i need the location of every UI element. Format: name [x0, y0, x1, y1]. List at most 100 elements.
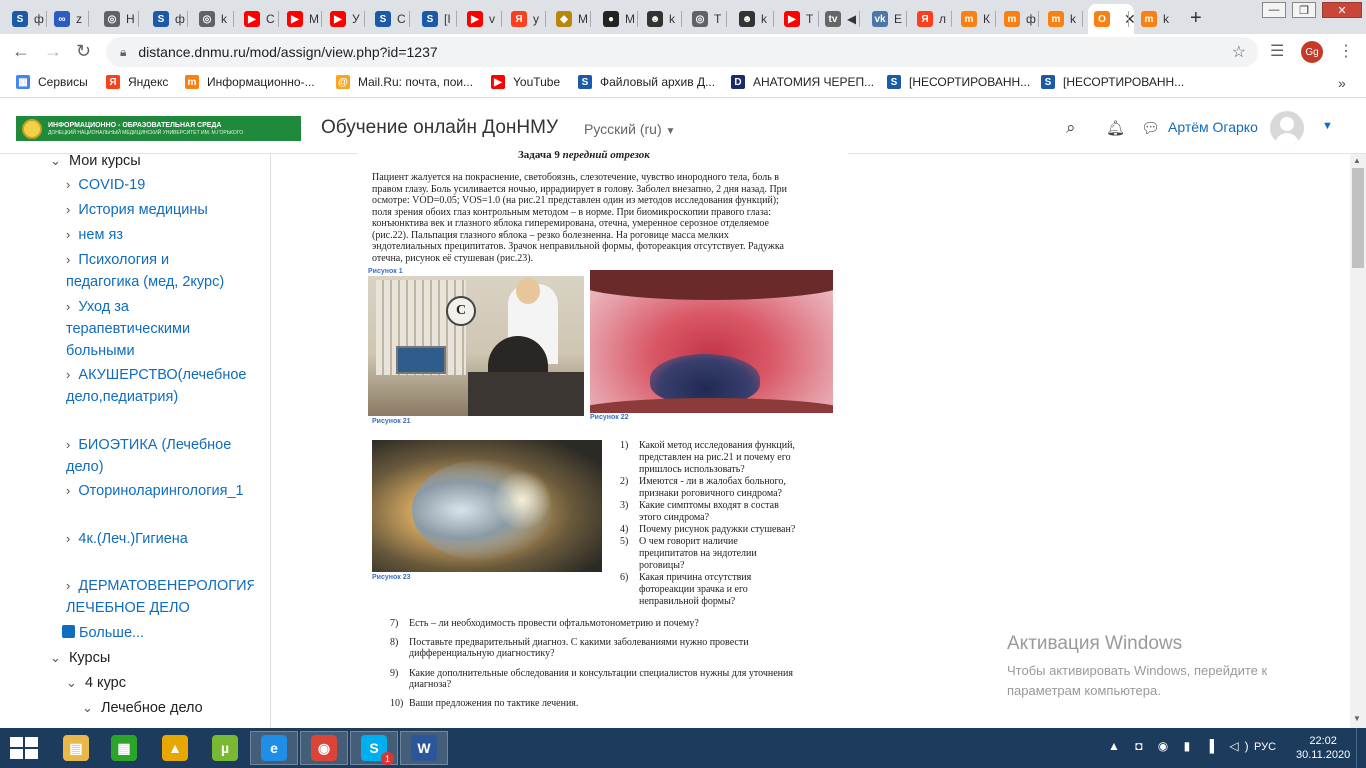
browser-tab[interactable]: ◎ Т [686, 4, 726, 34]
browser-tab[interactable]: mk [1135, 4, 1175, 34]
faculty-node[interactable]: ⌄ Лечебное дело [82, 697, 203, 719]
system-tray-icons[interactable]: ▲ ◘ ◉ ▮ ▐ ◁) [1108, 739, 1255, 753]
bookmark-item[interactable]: S [НЕСОРТИРОВАНН... [1041, 75, 1184, 89]
browser-tab[interactable]: Ял [911, 4, 951, 34]
more-courses-link[interactable]: Больше... [62, 622, 144, 644]
skype-badge: 1 [381, 752, 394, 765]
browser-tab[interactable]: ▶ С [238, 4, 278, 34]
browser-tab[interactable]: ● М [597, 4, 637, 34]
browser-tab[interactable]: S [І [416, 4, 456, 34]
browser-tab[interactable]: ☻ k [733, 4, 773, 34]
sidebar-course-link[interactable]: › Психология и педагогика (мед, 2курс) [66, 249, 238, 293]
browser-tab[interactable]: ▶ Т [778, 4, 818, 34]
taskbar-app-internet-explorer[interactable]: e [250, 731, 298, 765]
taskbar-app-file-explorer[interactable]: ▤ [52, 731, 100, 765]
sidebar-course-link[interactable]: › Оториноларингология_1 [66, 480, 246, 502]
sidebar-course-link[interactable]: › ДЕРМАТОВЕНЕРОЛОГИЯ ЛЕЧЕБНОЕ ДЕЛО [66, 575, 254, 619]
browser-tab[interactable]: ◎ k [193, 4, 233, 34]
bookmark-item[interactable]: S Файловый архив Д... [578, 75, 715, 89]
reload-icon[interactable]: ↻ [76, 41, 91, 62]
window-minimize-button[interactable]: — [1262, 2, 1286, 18]
bookmark-star-icon[interactable]: ☆ [1232, 42, 1246, 62]
bookmarks-overflow-icon[interactable]: » [1338, 75, 1346, 91]
courses-node[interactable]: ⌄ Курсы [50, 647, 110, 669]
window-close-button[interactable]: ✕ [1322, 2, 1362, 18]
language-selector[interactable]: Русский (ru) ▼ [584, 121, 675, 137]
bookmark-item[interactable]: S [НЕСОРТИРОВАНН... [887, 75, 1030, 89]
keyboard-language[interactable]: РУС [1254, 741, 1276, 753]
browser-tab[interactable]: vk Е [866, 4, 906, 34]
tab-favicon-icon: S [422, 11, 438, 27]
bookmark-item[interactable]: ▦ Сервисы [16, 75, 88, 89]
sidebar-course-link[interactable]: › История медицины [66, 199, 246, 221]
browser-tab[interactable]: ∞ z [48, 4, 88, 34]
page-scrollbar[interactable]: ▲ ▼ [1350, 154, 1366, 728]
messages-icon[interactable]: 💬︎ [1141, 119, 1160, 137]
tab-close-icon[interactable]: ✕ [1124, 11, 1134, 28]
browser-tab[interactable]: ▶ v [461, 4, 501, 34]
search-icon[interactable]: ⌕ [1066, 118, 1076, 138]
sidebar-course-link[interactable]: › 4к.(Леч.)Гигиена [66, 528, 246, 550]
year-node[interactable]: ⌄ 4 курс [66, 672, 126, 694]
window-restore-button[interactable]: ❐ [1292, 2, 1316, 18]
notifications-bell-icon[interactable]: 🔔︎ [1106, 119, 1125, 137]
browser-tab[interactable]: SС [369, 4, 409, 34]
browser-tab[interactable]: ◆ М [550, 4, 590, 34]
bookmark-label: [НЕСОРТИРОВАНН... [909, 75, 1031, 89]
profile-avatar[interactable]: Gg [1301, 41, 1323, 63]
scroll-up-arrow-icon[interactable]: ▲ [1353, 156, 1361, 165]
tab-title: У [352, 12, 360, 26]
bookmark-item[interactable]: Я Яндекс [106, 75, 168, 89]
sidebar-course-link[interactable]: › нем яз [66, 224, 246, 246]
question-number: 4) [620, 524, 629, 535]
my-courses-node[interactable]: ⌄ Мои курсы [50, 154, 141, 172]
sidebar-course-link[interactable]: › Уход за терапевтическими больными [66, 296, 238, 362]
site-logo[interactable]: ИНФОРМАЦИОННО - ОБРАЗОВАТЕЛЬНАЯ СРЕДА ДО… [16, 116, 301, 141]
sidebar-course-link[interactable]: › БИОЭТИКА (Лечебное дело) [66, 434, 246, 478]
bookmark-item[interactable]: D АНАТОМИЯ ЧЕРЕП... [731, 75, 874, 89]
taskbar-app-utorrent[interactable]: µ [201, 731, 249, 765]
browser-tab[interactable]: mК [955, 4, 995, 34]
sidebar-course-link[interactable]: › АКУШЕРСТВО(лечебное дело,педиатрия) [66, 364, 246, 408]
forward-arrow-icon[interactable]: → [44, 41, 62, 62]
browser-tab[interactable]: Sф [6, 4, 46, 34]
bookmark-item[interactable]: ▶ YouTube [491, 75, 560, 89]
sidebar-course-link[interactable]: › COVID-19 [66, 174, 246, 196]
browser-tab[interactable]: mф [998, 4, 1038, 34]
user-menu-caret-icon[interactable]: ▼ [1322, 120, 1333, 132]
new-tab-button[interactable]: + [1190, 7, 1202, 30]
show-desktop-button[interactable] [1356, 728, 1366, 768]
scrollbar-thumb[interactable] [1352, 168, 1364, 268]
browser-tab[interactable]: ☻ k [641, 4, 681, 34]
windows-start-icon[interactable] [10, 737, 38, 759]
bookmark-item[interactable]: @ Mail.Ru: почта, пои... [336, 75, 473, 89]
tab-favicon-icon: ▶ [330, 11, 346, 27]
back-arrow-icon[interactable]: ← [12, 41, 30, 62]
taskbar-app-skype[interactable]: S1 [350, 731, 398, 765]
menu-kebab-icon[interactable]: ⋮ [1338, 41, 1354, 61]
taskbar-app-store[interactable]: ▦ [100, 731, 148, 765]
taskbar-clock[interactable]: 22:02 30.11.2020 [1296, 734, 1350, 762]
browser-tab[interactable]: Sф [147, 4, 187, 34]
browser-tab[interactable]: Яу [505, 4, 545, 34]
user-name[interactable]: Артём Огарко [1168, 119, 1258, 135]
user-avatar[interactable] [1270, 111, 1304, 145]
course-label: COVID-19 [78, 177, 146, 193]
browser-tab[interactable]: tv ◀ [819, 4, 859, 34]
taskbar-app-archicad[interactable]: ▲ [151, 731, 199, 765]
scroll-down-arrow-icon[interactable]: ▼ [1353, 714, 1361, 723]
address-bar[interactable]: 🔒︎ distance.dnmu.ru/mod/assign/view.php?… [106, 37, 1258, 67]
taskbar-app-chrome[interactable]: ◉ [300, 731, 348, 765]
browser-tab[interactable]: mk [1042, 4, 1082, 34]
browser-tab[interactable]: ▶ У [324, 4, 364, 34]
bookmark-item[interactable]: m Информационно-... [185, 75, 315, 89]
reading-list-icon[interactable]: ☰ [1270, 41, 1284, 61]
browser-tab[interactable]: ◎ Н [98, 4, 138, 34]
tab-separator [773, 11, 774, 27]
url-text[interactable]: distance.dnmu.ru/mod/assign/view.php?id=… [138, 44, 437, 60]
site-name[interactable]: Обучение онлайн ДонНМУ [321, 117, 558, 139]
task-title: Задача 9 передний отрезок [518, 149, 650, 162]
tab-favicon-icon: S [12, 11, 28, 27]
taskbar-app-word[interactable]: W [400, 731, 448, 765]
browser-tab[interactable]: ▶ M [281, 4, 321, 34]
